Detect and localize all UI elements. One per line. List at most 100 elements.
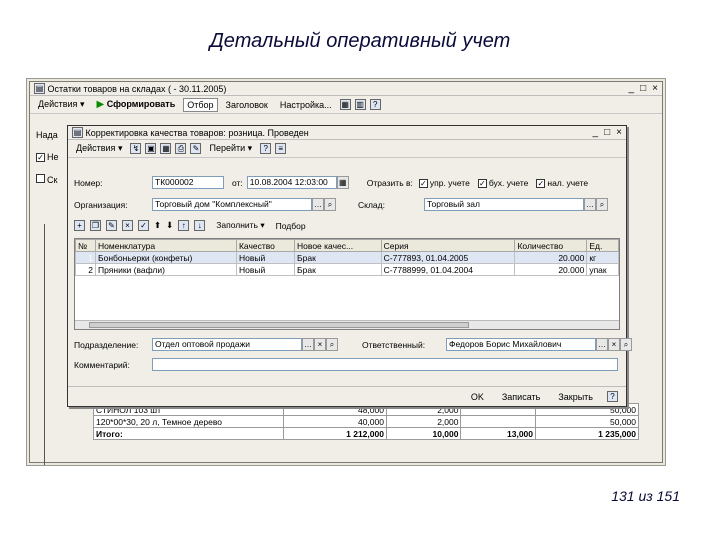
search-icon[interactable]: ⌕ [596,198,608,211]
export-icon[interactable]: ▥ [354,99,366,110]
table-cell[interactable]: Пряники (вафли) [95,263,237,276]
header-button[interactable]: Заголовок [222,98,272,112]
table-cell[interactable]: С-7788999, 01.04.2004 [380,263,516,276]
add-row-icon[interactable]: + [74,220,85,231]
help-icon[interactable]: ? [260,143,272,154]
column-header[interactable]: № [74,239,97,252]
settings-button[interactable]: Настройка... [276,98,336,112]
search-icon[interactable]: ⌕ [326,338,338,351]
table-row[interactable]: 2 Пряники (вафли) Новый Брак С-7788999, 01.0… [74,263,619,276]
comment-row: Комментарий: [74,358,618,371]
column-header[interactable]: Количество [514,239,588,252]
scroll-thumb[interactable] [89,322,469,328]
number-field[interactable]: ТК000002 [152,176,224,189]
table-cell[interactable]: 20.000 [514,251,588,264]
close-icon[interactable]: × [652,83,658,94]
maximize-icon[interactable]: □ [604,127,610,138]
copy-row-icon[interactable]: ❐ [90,220,101,231]
select-button[interactable]: … [312,198,324,211]
actions-menu[interactable]: Действия ▾ [34,97,88,112]
warehouse-field[interactable]: Торговый зал [424,198,584,211]
minimize-icon[interactable]: _ [629,83,635,94]
column-header[interactable]: Номенклатура [95,239,237,252]
select-button[interactable]: … [596,338,608,351]
goods-table: № Номенклатура Качество Новое качес... Серия… [74,238,620,330]
search-icon[interactable]: ⌕ [620,338,632,351]
from-label: от: [232,177,243,188]
org-field[interactable]: Торговый дом "Комплексный" [152,198,312,211]
save-button[interactable]: Записать [498,391,544,403]
dialog-title: Корректировка качества товаров: розница.… [85,127,309,138]
table-cell[interactable]: Бонбоньерки (конфеты) [95,251,237,264]
table-cell[interactable]: Брак [294,251,382,264]
help-icon[interactable]: ? [369,99,381,110]
goto-menu[interactable]: Перейти ▾ [205,141,256,156]
tool-icon[interactable]: ▦ [339,99,351,110]
nal-checkbox[interactable]: ✓ нал. учете [536,178,588,188]
column-header[interactable]: Качество [235,239,296,252]
delete-row-icon[interactable]: × [122,220,133,231]
column-header[interactable]: Серия [380,239,516,252]
structure-icon[interactable]: ≡ [275,143,287,154]
column-header[interactable]: Новое качес... [294,239,382,252]
close-icon[interactable]: × [616,127,622,138]
table-cell[interactable]: 20.000 [514,263,588,276]
horizontal-scrollbar[interactable] [75,320,619,329]
date-field[interactable]: 10.08.2004 12:03:00 [246,176,337,189]
maximize-icon[interactable]: □ [640,83,646,94]
move-down-icon[interactable]: ⬇ [166,220,173,231]
buh-checkbox[interactable]: ✓ бух. учете [477,178,528,188]
comment-field[interactable] [152,358,618,371]
search-icon[interactable]: ⌕ [324,198,336,211]
edit-row-icon[interactable]: ✎ [106,220,117,231]
movements-icon[interactable]: ▦ [160,143,172,154]
calendar-icon[interactable]: ▦ [336,176,349,189]
report-cell: 40,000 [283,415,387,428]
column-header[interactable]: Ед. [586,239,619,252]
play-icon: ▶ [96,99,105,110]
clear-icon[interactable]: × [608,338,620,351]
table-cell[interactable]: упак [586,263,619,276]
table-cell[interactable]: кг [586,251,619,264]
sort-desc-icon[interactable]: ↓ [194,220,206,231]
help-icon[interactable]: ? [607,391,618,402]
sk-checkbox[interactable]: Ск [36,174,57,185]
generate-button[interactable]: ▶ Сформировать [92,97,179,112]
dept-row: Подразделение: Отдел оптовой продажи … ×… [74,338,632,351]
table-cell[interactable]: С-777893, 01.04.2005 [380,251,516,264]
move-up-icon[interactable]: ⬆ [154,220,161,231]
unpost-icon[interactable]: ▣ [145,143,157,154]
upr-checkbox[interactable]: ✓ упр. учете [418,178,470,188]
resp-field[interactable]: Федоров Борис Михайлович [446,338,596,351]
post-icon[interactable]: ↯ [130,143,142,154]
table-cell[interactable]: Новый [235,251,296,264]
filter-button[interactable]: Отбор [183,97,218,112]
clear-icon[interactable]: × [314,338,326,351]
table-row[interactable]: 1 Бонбоньерки (конфеты) Новый Брак С-777893,… [74,251,619,264]
fill-menu[interactable]: Заполнить ▾ [216,220,264,231]
dialog-actions-menu[interactable]: Действия ▾ [72,141,126,156]
table-cell[interactable]: Брак [294,263,382,276]
reflect-label: Отразить в: [366,177,413,188]
ne-checkbox[interactable]: ✓ Не [36,152,59,162]
print-icon[interactable]: ⎙ [175,143,187,154]
table-cell[interactable]: 1 [74,251,97,264]
select-button[interactable]: … [584,198,596,211]
select-items-button[interactable]: Подбор [276,221,306,231]
end-edit-icon[interactable]: ✓ [138,220,149,231]
report-cell: 13,000 [460,427,536,440]
report-cell [460,415,536,428]
main-window-title: Остатки товаров на складах ( - 30.11.200… [47,83,227,94]
table-cell[interactable]: 2 [74,263,97,276]
report-cell: 1 212,000 [283,427,387,440]
dept-field[interactable]: Отдел оптовой продажи [152,338,302,351]
table-cell[interactable]: Новый [235,263,296,276]
nada-label: Нада [36,130,58,140]
close-button[interactable]: Закрыть [554,391,597,403]
ok-button[interactable]: OK [467,391,488,403]
minimize-icon[interactable]: _ [593,127,599,138]
sort-asc-icon[interactable]: ↑ [178,220,190,231]
edit-icon[interactable]: ✎ [190,143,202,154]
select-button[interactable]: … [302,338,314,351]
report-cell: 2,000 [385,415,462,428]
